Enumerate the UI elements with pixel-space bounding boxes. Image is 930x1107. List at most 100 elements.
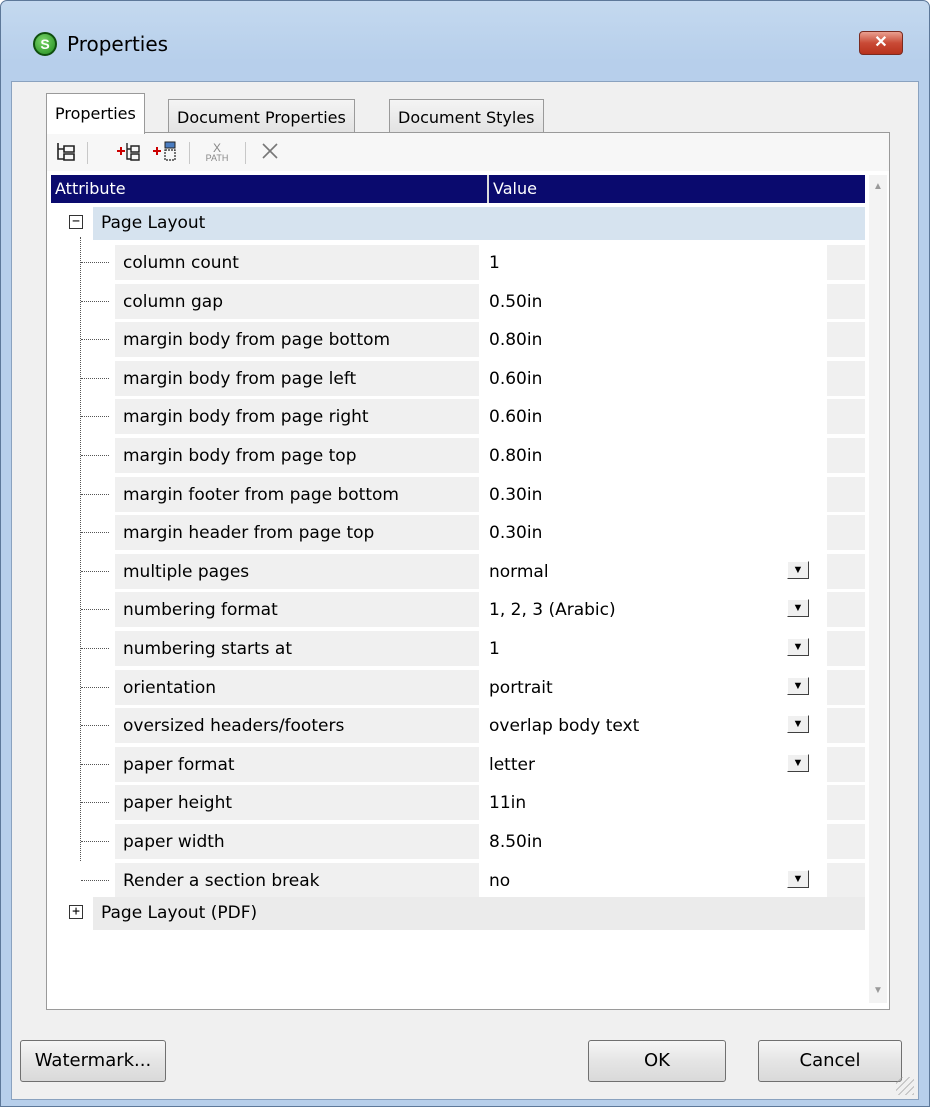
- extra-cell: [827, 670, 865, 705]
- window-title: Properties: [67, 32, 169, 56]
- attribute-row[interactable]: orientation portrait ▼: [51, 668, 865, 706]
- attribute-value[interactable]: normal: [489, 562, 549, 582]
- toolbar-separator: [189, 142, 190, 164]
- toolbar-separator: [245, 142, 246, 164]
- value-cell[interactable]: [481, 785, 825, 820]
- extra-cell: [827, 438, 865, 473]
- value-cell[interactable]: [481, 863, 825, 898]
- extra-cell: [827, 322, 865, 357]
- collapse-icon[interactable]: −: [69, 215, 83, 229]
- dropdown-arrow-icon[interactable]: ▼: [787, 870, 809, 888]
- properties-panel: X PATH Attribute Value − Page Layout col…: [46, 132, 890, 1010]
- tree-connector: [81, 648, 109, 649]
- value-cell[interactable]: [481, 631, 825, 666]
- value-cell[interactable]: [481, 245, 825, 280]
- attribute-value[interactable]: 1: [489, 639, 500, 659]
- tree-view-icon[interactable]: [53, 140, 79, 166]
- app-icon: S: [33, 32, 57, 56]
- column-header-value[interactable]: Value: [493, 179, 537, 198]
- dropdown-arrow-icon[interactable]: ▼: [787, 677, 809, 695]
- attribute-value[interactable]: 11in: [489, 793, 526, 813]
- group-page-layout-pdf[interactable]: + Page Layout (PDF): [51, 895, 865, 931]
- attribute-grid: Attribute Value − Page Layout column cou…: [51, 175, 865, 1003]
- group-row-background: [93, 207, 865, 240]
- vertical-scrollbar[interactable]: ▲ ▼: [869, 175, 887, 1003]
- dropdown-arrow-icon[interactable]: ▼: [787, 561, 809, 579]
- attribute-row[interactable]: Render a section break no ▼: [51, 861, 865, 899]
- attribute-row[interactable]: paper height 11in: [51, 783, 865, 821]
- close-button[interactable]: ✕: [859, 31, 903, 55]
- attribute-name: margin footer from page bottom: [123, 485, 399, 505]
- group-label: Page Layout: [101, 213, 206, 233]
- xpath-x-glyph: X: [212, 141, 221, 155]
- scroll-up-icon[interactable]: ▲: [872, 181, 884, 193]
- attribute-value[interactable]: 1: [489, 253, 500, 273]
- attribute-row[interactable]: margin footer from page bottom 0.30in: [51, 475, 865, 513]
- attribute-value[interactable]: 0.30in: [489, 523, 542, 543]
- ok-button[interactable]: OK: [588, 1040, 726, 1082]
- attribute-row[interactable]: column count 1: [51, 243, 865, 281]
- cancel-button[interactable]: Cancel: [758, 1040, 902, 1082]
- attribute-value[interactable]: letter: [489, 755, 535, 775]
- attribute-row[interactable]: oversized headers/footers overlap body te…: [51, 706, 865, 744]
- expand-icon[interactable]: +: [69, 905, 83, 919]
- attribute-value[interactable]: portrait: [489, 678, 553, 698]
- tab-properties[interactable]: Properties: [46, 93, 145, 134]
- attribute-value[interactable]: no: [489, 871, 510, 891]
- attribute-row[interactable]: numbering format 1, 2, 3 (Arabic) ▼: [51, 590, 865, 628]
- tree-connector: [81, 571, 109, 572]
- attribute-row[interactable]: margin body from page right 0.60in: [51, 397, 865, 435]
- attribute-row[interactable]: paper width 8.50in: [51, 822, 865, 860]
- extra-cell: [827, 863, 865, 898]
- attribute-row[interactable]: margin body from page left 0.60in: [51, 359, 865, 397]
- scroll-down-icon[interactable]: ▼: [872, 985, 884, 997]
- attribute-value[interactable]: 0.60in: [489, 369, 542, 389]
- dropdown-arrow-icon[interactable]: ▼: [787, 599, 809, 617]
- group-page-layout[interactable]: − Page Layout: [51, 205, 865, 241]
- attribute-value[interactable]: overlap body text: [489, 716, 639, 736]
- tree-connector: [81, 301, 109, 302]
- properties-dialog: S Properties ✕ Properties Document Prope…: [0, 0, 930, 1107]
- insert-attribute-icon[interactable]: [113, 140, 143, 166]
- dropdown-arrow-icon[interactable]: ▼: [787, 715, 809, 733]
- attribute-row[interactable]: margin body from page bottom 0.80in: [51, 320, 865, 358]
- attribute-value[interactable]: 8.50in: [489, 832, 542, 852]
- xpath-icon[interactable]: X PATH: [199, 140, 235, 166]
- attribute-name: column count: [123, 253, 239, 273]
- resize-grip-icon[interactable]: [896, 1077, 914, 1095]
- attribute-name: column gap: [123, 292, 223, 312]
- attribute-row[interactable]: numbering starts at 1 ▼: [51, 629, 865, 667]
- attribute-value[interactable]: 0.30in: [489, 485, 542, 505]
- dropdown-arrow-icon[interactable]: ▼: [787, 638, 809, 656]
- tree-connector: [81, 841, 109, 842]
- attribute-value[interactable]: 0.50in: [489, 292, 542, 312]
- attribute-name: multiple pages: [123, 562, 250, 582]
- attribute-row[interactable]: paper format letter ▼: [51, 745, 865, 783]
- attribute-row[interactable]: column gap 0.50in: [51, 282, 865, 320]
- tab-document-styles[interactable]: Document Styles: [389, 99, 544, 133]
- watermark-button[interactable]: Watermark...: [20, 1040, 166, 1082]
- tree-connector: [81, 802, 109, 803]
- append-attribute-icon[interactable]: [149, 140, 179, 166]
- attribute-row[interactable]: margin header from page top 0.30in: [51, 513, 865, 551]
- attribute-name: Render a section break: [123, 871, 320, 891]
- tree-connector: [81, 880, 109, 881]
- column-header-attribute[interactable]: Attribute: [55, 179, 126, 198]
- tree-connector: [81, 725, 109, 726]
- tree-connector: [81, 455, 109, 456]
- dropdown-arrow-icon[interactable]: ▼: [787, 754, 809, 772]
- extra-cell: [827, 708, 865, 743]
- delete-icon[interactable]: [257, 140, 283, 166]
- attribute-value[interactable]: 0.60in: [489, 407, 542, 427]
- extra-cell: [827, 631, 865, 666]
- attribute-row[interactable]: margin body from page top 0.80in: [51, 436, 865, 474]
- tree-connector: [81, 609, 109, 610]
- attribute-value[interactable]: 0.80in: [489, 330, 542, 350]
- extra-cell: [827, 399, 865, 434]
- tree-connector: [81, 687, 109, 688]
- attribute-value[interactable]: 1, 2, 3 (Arabic): [489, 600, 616, 620]
- attribute-value[interactable]: 0.80in: [489, 446, 542, 466]
- tab-document-properties[interactable]: Document Properties: [168, 99, 355, 133]
- column-divider[interactable]: [487, 175, 489, 203]
- attribute-row[interactable]: multiple pages normal ▼: [51, 552, 865, 590]
